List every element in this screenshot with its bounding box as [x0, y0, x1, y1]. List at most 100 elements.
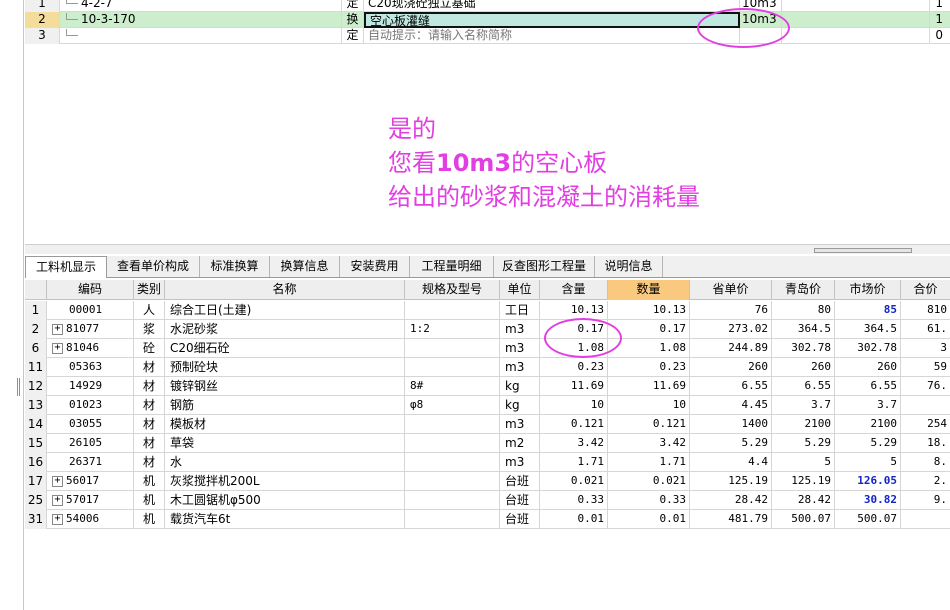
resource-code-cell[interactable]: +54006 [47, 510, 134, 529]
resource-row[interactable]: 17 +56017 机灰浆搅拌机200L 台班 0.021 0.021 125.19 125.… [25, 472, 950, 491]
resource-spec[interactable]: 8# [405, 377, 500, 396]
resource-province-price[interactable]: 4.45 [690, 396, 772, 415]
resource-unit[interactable]: 台班 [500, 472, 540, 491]
resource-name[interactable]: 水泥砂浆 [165, 320, 405, 339]
tab-7[interactable]: 反查图形工程量 [494, 256, 595, 277]
resource-qingdao-price[interactable]: 302.78 [772, 339, 835, 358]
resource-code-cell[interactable]: 00001 [47, 301, 134, 320]
quota-code-cell[interactable]: 10-3-170 [60, 12, 342, 28]
resource-qingdao-price[interactable]: 28.42 [772, 491, 835, 510]
resource-qingdao-price[interactable]: 6.55 [772, 377, 835, 396]
resource-market-price[interactable]: 364.5 [835, 320, 901, 339]
resource-quantity[interactable]: 0.121 [608, 415, 690, 434]
resource-quantity[interactable]: 0.021 [608, 472, 690, 491]
resource-row[interactable]: 25 +57017 机木工圆锯机φ500 台班 0.33 0.33 28.42 28.42 30… [25, 491, 950, 510]
resource-code-cell[interactable]: 01023 [47, 396, 134, 415]
resource-market-price[interactable]: 5.29 [835, 434, 901, 453]
resource-content[interactable]: 11.69 [540, 377, 608, 396]
resource-unit[interactable]: 工日 [500, 301, 540, 320]
tab-4[interactable]: 换算信息 [270, 256, 340, 277]
resource-content[interactable]: 0.23 [540, 358, 608, 377]
resource-qingdao-price[interactable]: 500.07 [772, 510, 835, 529]
resource-quantity[interactable]: 11.69 [608, 377, 690, 396]
resource-unit[interactable]: m2 [500, 434, 540, 453]
resource-row[interactable]: 13 01023 材钢筋 φ8 kg 10 10 4.45 3.7 3.7 [25, 396, 950, 415]
resource-province-price[interactable]: 6.55 [690, 377, 772, 396]
horizontal-splitter[interactable] [25, 244, 950, 254]
resource-name[interactable]: 水 [165, 453, 405, 472]
resource-qingdao-price[interactable]: 80 [772, 301, 835, 320]
resource-market-price[interactable]: 30.82 [835, 491, 901, 510]
expand-icon[interactable]: + [52, 476, 63, 487]
resource-spec[interactable] [405, 415, 500, 434]
resource-total[interactable]: 254 [901, 415, 950, 434]
resource-unit[interactable]: 台班 [500, 491, 540, 510]
resource-row[interactable]: 1 00001 人综合工日(土建) 工日 10.13 10.13 76 80 85 810 [25, 301, 950, 320]
resource-spec[interactable] [405, 510, 500, 529]
resource-total[interactable]: 76. [901, 377, 950, 396]
resource-spec[interactable] [405, 339, 500, 358]
tab-6[interactable]: 工程量明细 [410, 256, 494, 277]
resource-quantity[interactable]: 1.71 [608, 453, 690, 472]
resource-name[interactable]: C20细石砼 [165, 339, 405, 358]
header-category[interactable]: 类别 [134, 280, 165, 300]
quota-row[interactable]: 1 4-2-7 定 C20现浇砼独立基础 10m3 1 [25, 0, 950, 12]
resource-unit[interactable]: m3 [500, 453, 540, 472]
resource-total[interactable]: 59 [901, 358, 950, 377]
resource-province-price[interactable]: 125.19 [690, 472, 772, 491]
resource-row[interactable]: 6 +81046 砼 C20细石砼 m3 1.08 1.08 244.89 302.78 302.… [25, 339, 950, 358]
resource-spec[interactable]: 1:2 [405, 320, 500, 339]
quota-row[interactable]: 2 10-3-170 换空心板灌缝 10m3 1 [25, 12, 950, 28]
header-rownum[interactable] [25, 280, 47, 300]
resource-quantity[interactable]: 10.13 [608, 301, 690, 320]
resource-spec[interactable] [405, 472, 500, 491]
resource-quantity[interactable]: 3.42 [608, 434, 690, 453]
quota-quantity[interactable]: 0 [930, 28, 943, 44]
tab-2[interactable]: 查看单价构成 [107, 256, 200, 277]
resource-code-cell[interactable]: 03055 [47, 415, 134, 434]
resource-code-cell[interactable]: 26371 [47, 453, 134, 472]
quota-row[interactable]: 3 定自动提示：请输入名称简称 0 [25, 28, 950, 44]
splitter-handle[interactable] [814, 248, 912, 253]
resource-unit[interactable]: kg [500, 377, 540, 396]
tab-5[interactable]: 安装费用 [340, 256, 410, 277]
resource-province-price[interactable]: 4.4 [690, 453, 772, 472]
resource-qingdao-price[interactable]: 125.19 [772, 472, 835, 491]
resource-code-cell[interactable]: 26105 [47, 434, 134, 453]
resource-unit[interactable]: 台班 [500, 510, 540, 529]
resource-qingdao-price[interactable]: 3.7 [772, 396, 835, 415]
resource-name[interactable]: 综合工日(土建) [165, 301, 405, 320]
resource-code-cell[interactable]: +81046 [47, 339, 134, 358]
header-qingdao-price[interactable]: 青岛价 [772, 280, 835, 300]
resource-name[interactable]: 灰浆搅拌机200L [165, 472, 405, 491]
resource-market-price[interactable]: 85 [835, 301, 901, 320]
resource-row[interactable]: 31 +54006 机载货汽车6t 台班 0.01 0.01 481.79 500.07 500… [25, 510, 950, 529]
resource-row[interactable]: 2 +81077 浆水泥砂浆 1:2 m3 0.17 0.17 273.02 364.5 364.… [25, 320, 950, 339]
resource-unit[interactable]: m3 [500, 339, 540, 358]
resource-code-cell[interactable]: 14929 [47, 377, 134, 396]
header-code[interactable]: 编码 [47, 280, 134, 300]
left-splitter-grip[interactable] [17, 378, 20, 396]
resource-total[interactable]: 61. [901, 320, 950, 339]
resource-content[interactable]: 10.13 [540, 301, 608, 320]
resource-market-price[interactable]: 260 [835, 358, 901, 377]
resource-code-cell[interactable]: 05363 [47, 358, 134, 377]
resource-name[interactable]: 草袋 [165, 434, 405, 453]
resource-market-price[interactable]: 6.55 [835, 377, 901, 396]
resource-qingdao-price[interactable]: 260 [772, 358, 835, 377]
resource-content[interactable]: 1.71 [540, 453, 608, 472]
resource-spec[interactable] [405, 453, 500, 472]
resource-province-price[interactable]: 28.42 [690, 491, 772, 510]
resource-content[interactable]: 0.01 [540, 510, 608, 529]
resource-spec[interactable] [405, 358, 500, 377]
expand-icon[interactable]: + [52, 514, 63, 525]
resource-unit[interactable]: m3 [500, 358, 540, 377]
header-name[interactable]: 名称 [165, 280, 405, 300]
resource-market-price[interactable]: 302.78 [835, 339, 901, 358]
resource-total[interactable] [901, 396, 950, 415]
resource-total[interactable]: 8. [901, 453, 950, 472]
resource-spec[interactable]: φ8 [405, 396, 500, 415]
resource-qingdao-price[interactable]: 2100 [772, 415, 835, 434]
resource-quantity[interactable]: 10 [608, 396, 690, 415]
resource-quantity[interactable]: 0.01 [608, 510, 690, 529]
